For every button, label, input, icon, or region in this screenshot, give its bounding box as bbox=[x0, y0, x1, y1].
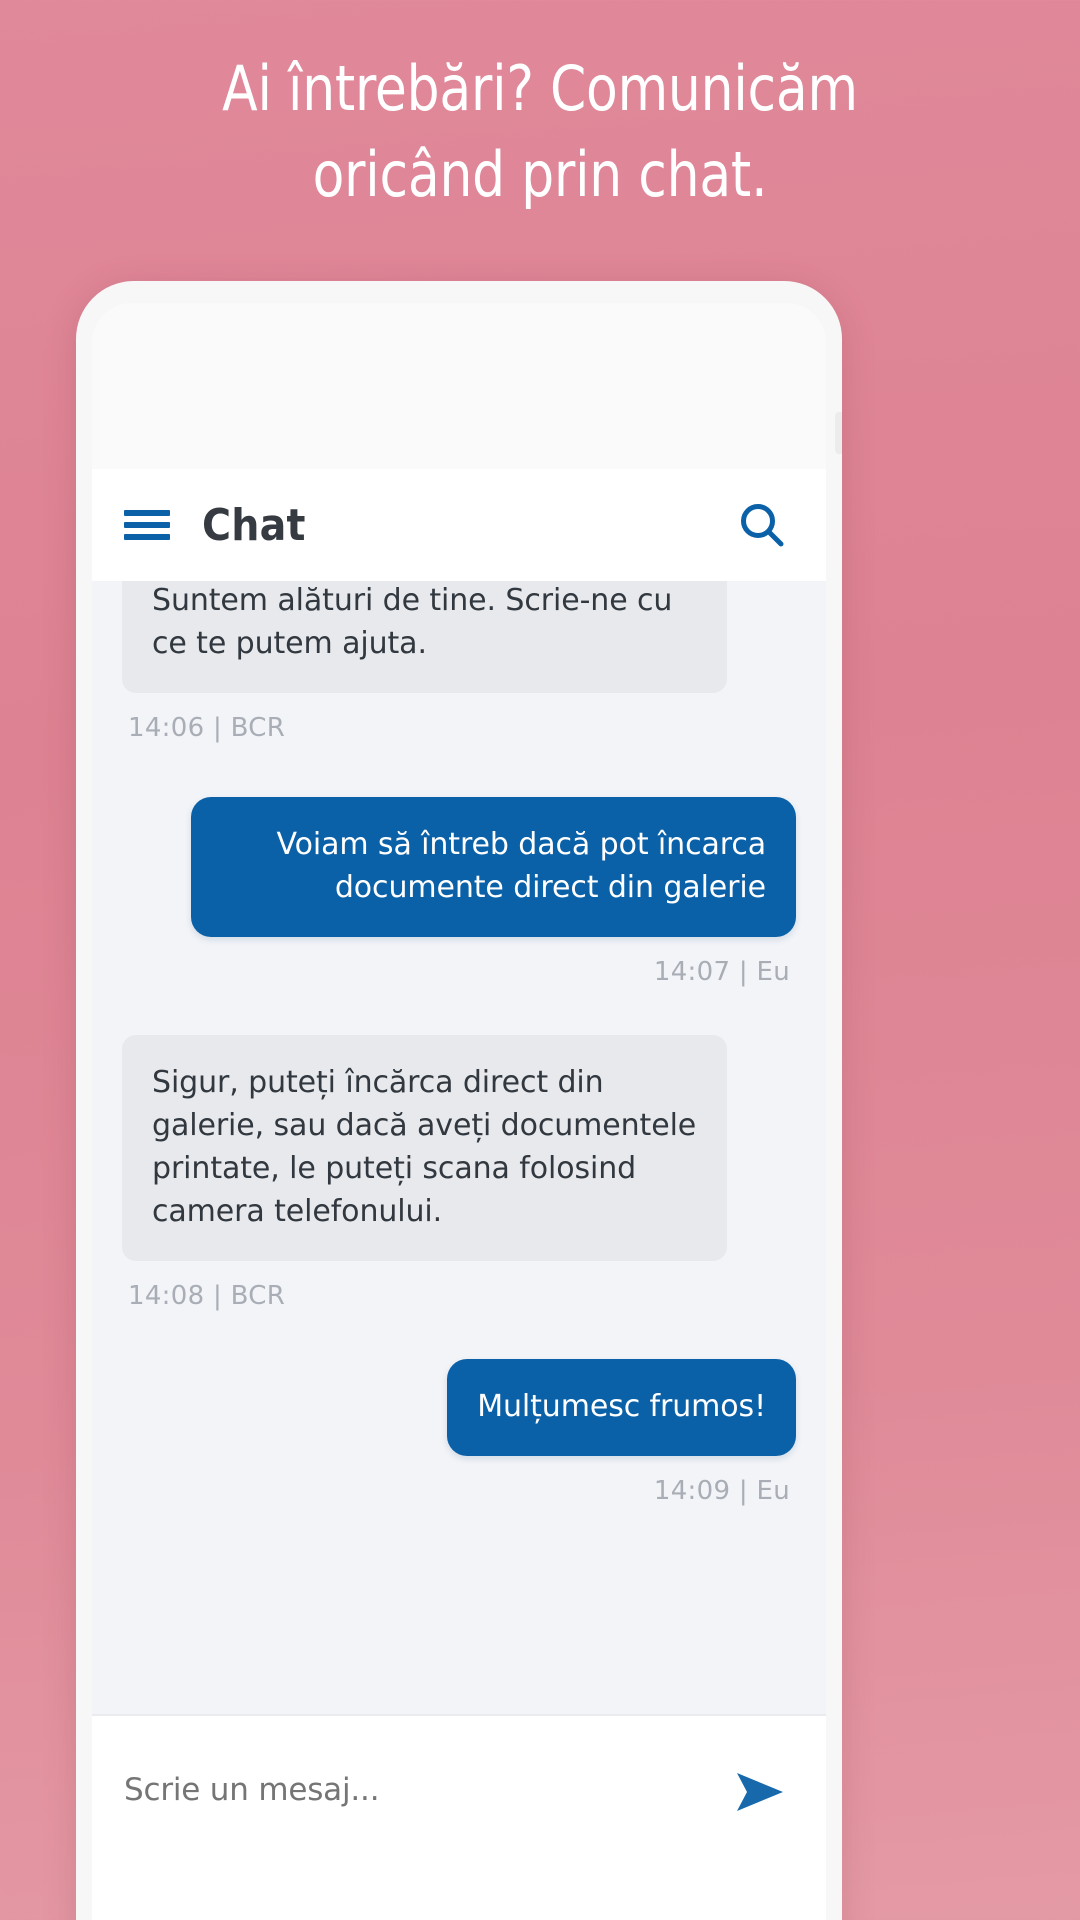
message-bubble-user: Mulțumesc frumos! bbox=[447, 1359, 796, 1456]
page-title: Chat bbox=[202, 499, 306, 551]
hamburger-bar bbox=[124, 534, 170, 540]
search-icon[interactable] bbox=[734, 497, 790, 553]
hamburger-bar bbox=[124, 522, 170, 528]
message-meta-row: 14:09 | Eu bbox=[122, 1474, 796, 1508]
message-meta-row: 14:07 | Eu bbox=[122, 955, 796, 989]
message-bubble-bot: Sigur, puteți încărca direct din galerie… bbox=[122, 1035, 727, 1261]
headline-line-1: Ai întrebări? Comunicăm bbox=[222, 52, 858, 125]
hamburger-bar bbox=[124, 510, 170, 516]
message-timestamp: 14:08 | BCR bbox=[128, 1281, 286, 1311]
message-meta-row: 14:08 | BCR bbox=[122, 1279, 796, 1313]
message-input[interactable] bbox=[124, 1772, 712, 1808]
phone-screen: Chat Suntem alături de tine. Scrie-ne cu… bbox=[92, 303, 826, 1920]
message-bubble-bot: Suntem alături de tine. Scrie-ne cu ce t… bbox=[122, 581, 727, 693]
message-composer bbox=[92, 1714, 826, 1920]
page-headline: Ai întrebări? Comunicăm oricând prin cha… bbox=[38, 46, 1042, 218]
message-timestamp: 14:09 | Eu bbox=[653, 1476, 790, 1506]
message-timestamp: 14:07 | Eu bbox=[653, 957, 790, 987]
device-side-button bbox=[835, 412, 842, 454]
status-bar bbox=[92, 303, 826, 469]
app-header: Chat bbox=[92, 469, 826, 581]
message-timestamp: 14:06 | BCR bbox=[128, 713, 286, 743]
message-row: Mulțumesc frumos! bbox=[122, 1359, 796, 1456]
send-paper-plane-icon[interactable] bbox=[732, 1768, 788, 1816]
headline-line-2: oricând prin chat. bbox=[312, 138, 768, 211]
message-meta-row: 14:06 | BCR bbox=[122, 711, 796, 745]
message-row: Suntem alături de tine. Scrie-ne cu ce t… bbox=[122, 581, 796, 693]
message-bubble-user: Voiam să întreb dacă pot încarca documen… bbox=[191, 797, 796, 937]
chat-message-list[interactable]: Suntem alături de tine. Scrie-ne cu ce t… bbox=[92, 581, 826, 1714]
phone-device-frame: Chat Suntem alături de tine. Scrie-ne cu… bbox=[76, 281, 842, 1920]
hamburger-menu-icon[interactable] bbox=[124, 507, 170, 543]
message-row: Sigur, puteți încărca direct din galerie… bbox=[122, 1035, 796, 1261]
message-row: Voiam să întreb dacă pot încarca documen… bbox=[122, 797, 796, 937]
